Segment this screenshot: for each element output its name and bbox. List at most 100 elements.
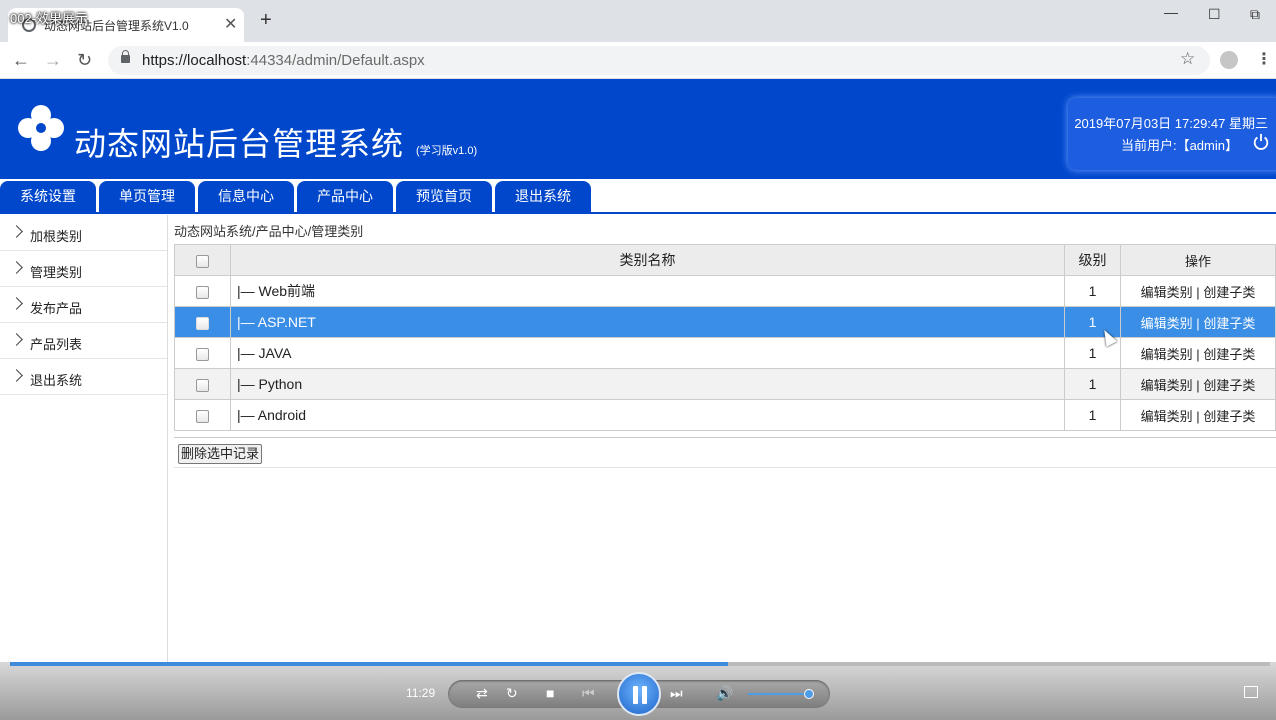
operations-cell: 编辑类别 | 创建子类 bbox=[1120, 337, 1276, 369]
seek-bar[interactable] bbox=[10, 662, 1270, 666]
shuffle-icon[interactable]: ⇄ bbox=[476, 685, 488, 702]
power-icon[interactable] bbox=[1252, 133, 1270, 151]
ops-separator: | bbox=[1196, 408, 1200, 424]
operations-cell: 编辑类别 | 创建子类 bbox=[1120, 399, 1276, 431]
edit-category-link[interactable]: 编辑类别 bbox=[1141, 409, 1193, 424]
previous-icon[interactable]: ⏮ bbox=[582, 685, 595, 702]
volume-knob[interactable] bbox=[804, 689, 814, 699]
ops-separator: | bbox=[1196, 346, 1200, 362]
operations-cell: 编辑类别 | 创建子类 bbox=[1120, 368, 1276, 400]
row-checkbox[interactable] bbox=[196, 316, 209, 330]
bookmark-star-icon[interactable]: ☆ bbox=[1180, 49, 1195, 69]
category-name: |— Web前端 bbox=[230, 275, 1065, 307]
create-subcategory-link[interactable]: 创建子类 bbox=[1203, 347, 1255, 362]
row-checkbox[interactable] bbox=[196, 409, 209, 423]
header-level: 级别 bbox=[1064, 244, 1121, 276]
edit-category-link[interactable]: 编辑类别 bbox=[1141, 378, 1193, 393]
category-level: 1 bbox=[1064, 275, 1121, 307]
address-bar[interactable]: https://localhost:44334/admin/Default.as… bbox=[108, 46, 1210, 75]
table-row[interactable]: |— Android 1 编辑类别 | 创建子类 bbox=[174, 399, 1276, 431]
tab-system-settings[interactable]: 系统设置 bbox=[0, 181, 96, 212]
user-info-panel: 2019年07月03日 17:29:47 星期三 当前用户:【admin】 bbox=[1068, 98, 1276, 170]
close-tab-icon[interactable]: ✕ bbox=[224, 14, 237, 34]
category-name: |— JAVA bbox=[230, 337, 1065, 369]
tab-preview-home[interactable]: 预览首页 bbox=[396, 181, 492, 212]
table-row[interactable]: |— Web前端 1 编辑类别 | 创建子类 bbox=[174, 275, 1276, 307]
video-title: 002-效果展示 bbox=[10, 11, 89, 26]
app-header: 动态网站后台管理系统 (学习版v1.0) 2019年07月03日 17:29:4… bbox=[0, 79, 1276, 179]
header-category-name: 类别名称 bbox=[230, 244, 1065, 276]
chevron-right-icon bbox=[10, 333, 23, 346]
breadcrumb: 动态网站系统/产品中心/管理类别 bbox=[174, 224, 364, 239]
clover-logo-icon bbox=[18, 105, 64, 151]
sidebar: 加根类别 管理类别 发布产品 产品列表 退出系统 bbox=[0, 215, 168, 662]
restore-icon[interactable]: ⧉ bbox=[1250, 6, 1260, 23]
row-select-cell bbox=[174, 306, 231, 338]
edit-category-link[interactable]: 编辑类别 bbox=[1141, 316, 1193, 331]
sidebar-item-manage-category[interactable]: 管理类别 bbox=[0, 251, 167, 287]
sidebar-item-publish-product[interactable]: 发布产品 bbox=[0, 287, 167, 323]
tab-logout[interactable]: 退出系统 bbox=[495, 181, 591, 212]
back-icon[interactable]: ← bbox=[12, 50, 30, 70]
ops-separator: | bbox=[1196, 284, 1200, 300]
pause-button[interactable] bbox=[617, 672, 661, 716]
forward-icon[interactable]: → bbox=[44, 50, 62, 70]
chevron-right-icon bbox=[10, 225, 23, 238]
row-select-cell bbox=[174, 337, 231, 369]
create-subcategory-link[interactable]: 创建子类 bbox=[1203, 378, 1255, 393]
current-datetime: 2019年07月03日 17:29:47 星期三 bbox=[1074, 116, 1268, 131]
row-checkbox[interactable] bbox=[196, 378, 209, 392]
reload-icon[interactable]: ↻ bbox=[77, 50, 92, 70]
create-subcategory-link[interactable]: 创建子类 bbox=[1203, 285, 1255, 300]
tab-info-center[interactable]: 信息中心 bbox=[198, 181, 294, 212]
next-icon[interactable]: ⏭ bbox=[670, 685, 683, 702]
table-header-row: 类别名称 级别 操作 bbox=[174, 244, 1276, 276]
row-select-cell bbox=[174, 275, 231, 307]
profile-avatar-icon[interactable] bbox=[1220, 51, 1238, 69]
tab-page-management[interactable]: 单页管理 bbox=[99, 181, 195, 212]
sidebar-item-product-list[interactable]: 产品列表 bbox=[0, 323, 167, 359]
create-subcategory-link[interactable]: 创建子类 bbox=[1203, 316, 1255, 331]
row-checkbox[interactable] bbox=[196, 347, 209, 361]
main-nav: 系统设置 单页管理 信息中心 产品中心 预览首页 退出系统 bbox=[0, 179, 1276, 214]
current-user: 当前用户:【admin】 bbox=[1120, 138, 1238, 153]
minimize-icon[interactable]: — bbox=[1164, 4, 1178, 20]
table-row[interactable]: |— Python 1 编辑类别 | 创建子类 bbox=[174, 368, 1276, 400]
create-subcategory-link[interactable]: 创建子类 bbox=[1203, 409, 1255, 424]
browser-tab-strip: 动态网站后台管理系统V1.0 ✕ + — ☐ ⧉ bbox=[0, 0, 1276, 42]
url-text: https://localhost:44334/admin/Default.as… bbox=[142, 52, 425, 69]
category-level: 1 bbox=[1064, 368, 1121, 400]
stop-icon[interactable]: ■ bbox=[546, 685, 554, 701]
volume-slider[interactable] bbox=[748, 693, 810, 695]
fullscreen-icon[interactable] bbox=[1244, 686, 1258, 698]
sidebar-item-label: 产品列表 bbox=[30, 337, 83, 352]
category-level: 1 bbox=[1064, 399, 1121, 431]
sidebar-item-label: 退出系统 bbox=[30, 373, 83, 388]
new-tab-button[interactable]: + bbox=[260, 10, 272, 30]
playback-time: 11:29 bbox=[406, 686, 436, 700]
maximize-icon[interactable]: ☐ bbox=[1208, 6, 1221, 23]
row-select-cell bbox=[174, 368, 231, 400]
sidebar-item-label: 加根类别 bbox=[30, 229, 83, 244]
table-footer: 删除选中记录 bbox=[174, 437, 1276, 468]
app-title: 动态网站后台管理系统 bbox=[74, 126, 405, 162]
pause-icon bbox=[642, 686, 647, 704]
ops-separator: | bbox=[1196, 377, 1200, 393]
delete-selected-button[interactable]: 删除选中记录 bbox=[178, 444, 263, 464]
app-version: (学习版v1.0) bbox=[416, 145, 478, 157]
operations-cell: 编辑类别 | 创建子类 bbox=[1120, 275, 1276, 307]
row-select-cell bbox=[174, 399, 231, 431]
select-all-checkbox[interactable] bbox=[196, 254, 209, 268]
volume-icon[interactable]: 🔊 bbox=[716, 685, 733, 702]
ops-separator: | bbox=[1196, 315, 1200, 331]
sidebar-item-label: 发布产品 bbox=[30, 301, 83, 316]
edit-category-link[interactable]: 编辑类别 bbox=[1141, 347, 1193, 362]
sidebar-item-add-root-category[interactable]: 加根类别 bbox=[0, 215, 167, 251]
browser-menu-icon[interactable]: ⋮ bbox=[1256, 49, 1272, 69]
row-checkbox[interactable] bbox=[196, 285, 209, 299]
edit-category-link[interactable]: 编辑类别 bbox=[1141, 285, 1193, 300]
chevron-right-icon bbox=[10, 261, 23, 274]
repeat-icon[interactable]: ↻ bbox=[506, 685, 518, 702]
sidebar-item-logout[interactable]: 退出系统 bbox=[0, 359, 167, 395]
tab-product-center[interactable]: 产品中心 bbox=[297, 181, 393, 212]
